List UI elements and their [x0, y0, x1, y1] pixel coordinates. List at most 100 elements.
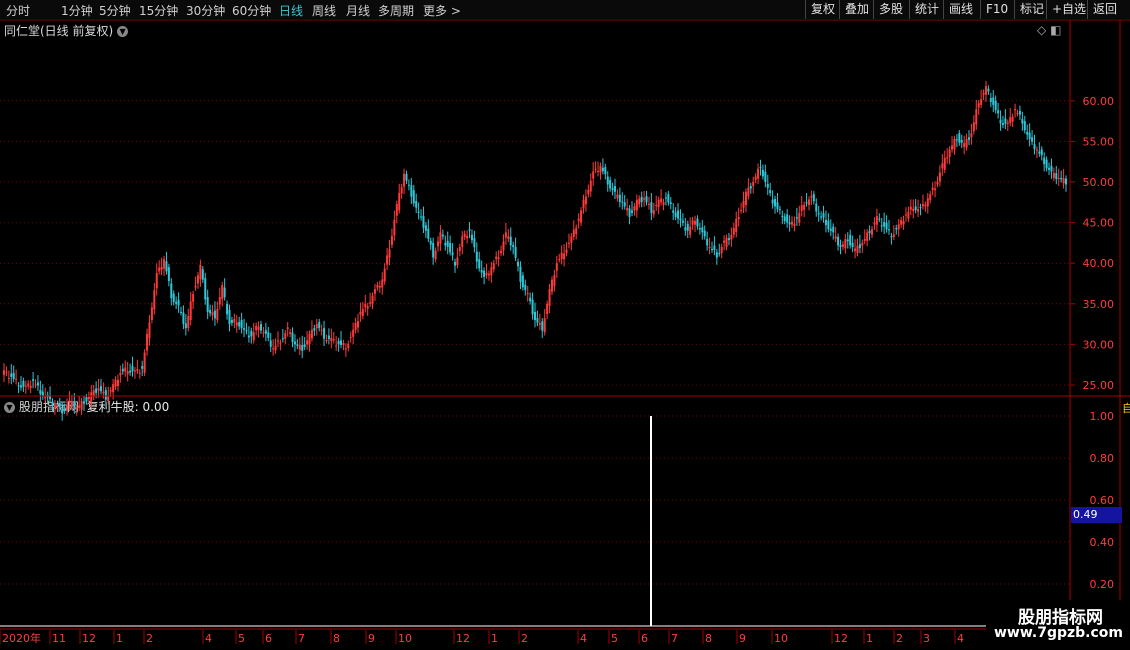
candle-body [502, 241, 505, 251]
candle-body [131, 366, 134, 372]
candle-body [296, 344, 299, 346]
candle-body [604, 167, 607, 175]
candle-body [371, 295, 374, 304]
candle-body [206, 297, 209, 312]
candle-body [323, 328, 326, 339]
tab-30min[interactable]: 30分钟 [186, 2, 225, 19]
candle-body [519, 266, 522, 282]
candle-body [757, 168, 760, 179]
overlay-button[interactable]: 叠加 [839, 0, 874, 19]
candle-body [992, 97, 995, 105]
restore-rights-button[interactable]: 复权 [805, 0, 840, 19]
candle-body [570, 236, 573, 243]
kline-chart[interactable]: 60.00 55.00 50.00 45.00 40.00 35.00 30.00 25.00… [0, 0, 1130, 650]
candle-body [832, 226, 835, 233]
main-chart-title[interactable]: 同仁堂(日线 前复权) ▼ [4, 22, 129, 39]
tab-weekly[interactable]: 周线 [312, 2, 336, 19]
main-panel-controls: ◇ ◧ [1037, 23, 1061, 37]
diamond-icon[interactable]: ◇ [1037, 23, 1046, 37]
candle-body [332, 339, 335, 341]
candle-body [752, 182, 755, 187]
panel-toggle-icon[interactable]: ◧ [1050, 23, 1061, 37]
candle-body [560, 252, 563, 260]
candle-body [534, 311, 536, 321]
candle-body [517, 261, 520, 267]
candle-body [512, 244, 515, 247]
mark-button[interactable]: 标记 [1014, 0, 1049, 19]
time-tick-label: 5 [238, 632, 245, 645]
candle-body [155, 272, 158, 289]
indicator-title[interactable]: ▼ 股朋指标网 复利牛股: 0.00 [4, 398, 169, 415]
candle-body [645, 196, 648, 203]
tab-15min[interactable]: 15分钟 [139, 2, 178, 19]
candle-body [987, 88, 990, 92]
candle-body [839, 244, 842, 247]
candle-body [412, 190, 415, 204]
tab-monthly[interactable]: 月线 [346, 2, 370, 19]
candle-body [834, 236, 837, 239]
candle-body [361, 309, 364, 316]
statistics-button[interactable]: 统计 [909, 0, 944, 19]
candle-body [875, 216, 878, 225]
candle-body [112, 384, 115, 393]
candle-body [276, 340, 279, 342]
candle-body [230, 320, 233, 323]
candle-body [711, 248, 713, 250]
candle-body [1028, 132, 1031, 139]
candle-body [439, 232, 442, 244]
tab-1min[interactable]: 1分钟 [61, 2, 93, 19]
candle-body [1045, 159, 1048, 169]
time-tick-label: 2 [521, 632, 528, 645]
tab-multi-period[interactable]: 多周期 [378, 2, 414, 19]
candle-body [980, 99, 983, 105]
candle-body [674, 212, 677, 217]
tab-5min[interactable]: 5分钟 [99, 2, 131, 19]
candle-body [245, 330, 248, 332]
candle-body [926, 198, 929, 207]
candle-body [243, 328, 246, 330]
candle-body [395, 203, 398, 216]
candle-body [740, 210, 743, 212]
candle-body [946, 157, 949, 159]
draw-line-button[interactable]: 画线 [943, 0, 978, 19]
tab-daily[interactable]: 日线 [279, 2, 303, 19]
candle-body [735, 218, 738, 233]
candle-body [597, 170, 600, 172]
candle-body [686, 223, 689, 231]
chevron-down-icon[interactable]: ▼ [4, 402, 15, 413]
add-favorite-button[interactable]: +自选 [1046, 0, 1091, 19]
candle-body [1048, 167, 1051, 170]
chevron-down-icon[interactable]: ▼ [117, 26, 129, 37]
candle-body [754, 176, 757, 180]
candle-body [681, 220, 684, 223]
tab-60min[interactable]: 60分钟 [232, 2, 271, 19]
back-button[interactable]: 返回 [1087, 0, 1122, 19]
tab-more[interactable]: 更多 > [423, 2, 461, 19]
candle-body [691, 220, 694, 225]
candle-body [1001, 123, 1004, 125]
candle-body [982, 92, 985, 95]
candle-body [536, 318, 539, 323]
multi-stock-button[interactable]: 多股 [873, 0, 908, 19]
candle-body [720, 246, 723, 254]
tab-fenshi[interactable]: 分时 [6, 2, 30, 19]
candle-body [478, 259, 481, 269]
candle-body [638, 198, 641, 205]
f10-button[interactable]: F10 [980, 0, 1013, 19]
time-tick-label: 9 [739, 632, 746, 645]
candle-body [975, 109, 978, 125]
candle-body [793, 223, 796, 226]
indicator-value-label: 复利牛股: 0.00 [86, 400, 170, 414]
candle-body [1014, 108, 1017, 111]
candle-body [1040, 149, 1043, 156]
candle-body [868, 230, 871, 234]
candle-body [997, 110, 1000, 114]
candle-body [786, 214, 789, 223]
candle-body [153, 290, 156, 310]
candle-body [463, 233, 466, 237]
candle-body [364, 304, 367, 308]
candle-body [837, 236, 840, 246]
candle-body [298, 344, 301, 350]
candle-body [558, 259, 561, 261]
candle-body [129, 370, 132, 373]
